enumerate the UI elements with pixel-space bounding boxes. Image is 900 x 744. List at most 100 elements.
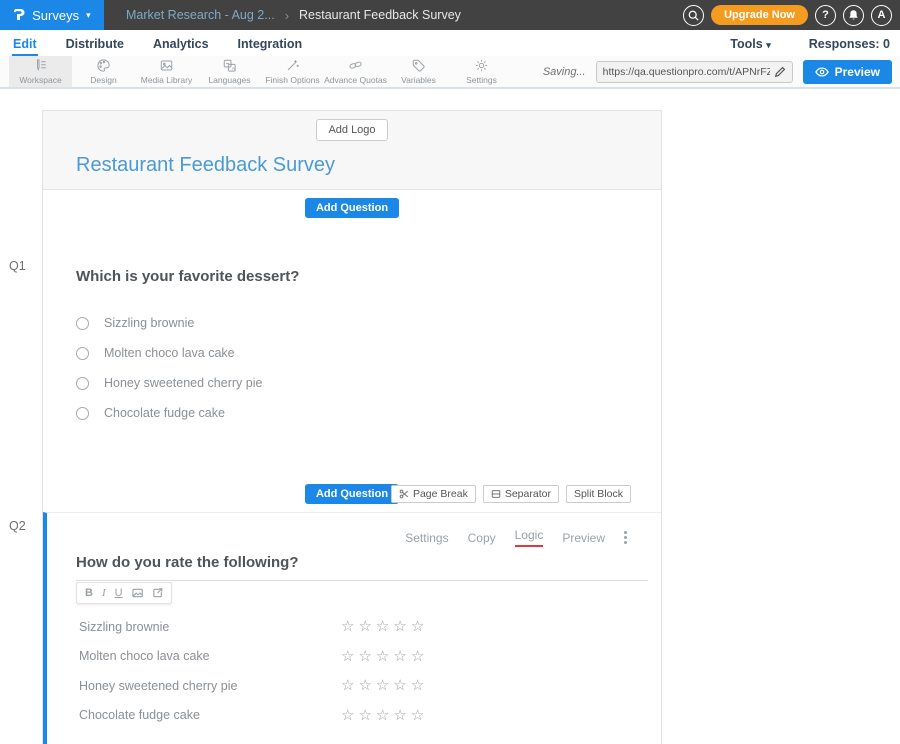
search-button[interactable]: [683, 5, 704, 26]
star-icon[interactable]: ☆: [376, 708, 389, 723]
star-icon[interactable]: ☆: [411, 649, 424, 664]
split-block-button[interactable]: Split Block: [566, 485, 631, 503]
toolbar-item-design[interactable]: Design: [72, 56, 135, 87]
toolbar-item-media-library[interactable]: Media Library: [135, 56, 198, 87]
star-icon[interactable]: ☆: [358, 649, 371, 664]
radio-icon[interactable]: [76, 317, 89, 330]
question-1-text[interactable]: Which is your favorite dessert?: [76, 268, 661, 285]
topbar-actions: Upgrade Now ? A: [683, 5, 892, 26]
subnav-right: Tools ▾ Responses: 0: [730, 37, 890, 56]
star-icon[interactable]: ☆: [341, 708, 354, 723]
separator-button[interactable]: Separator: [483, 485, 559, 503]
star-icon[interactable]: ☆: [393, 649, 406, 664]
star-icon[interactable]: ☆: [376, 619, 389, 634]
italic-button[interactable]: I: [102, 587, 106, 599]
tag-icon: [411, 58, 426, 73]
survey-url-field[interactable]: https://qa.questionpro.com/t/APNrFZgS: [596, 61, 793, 83]
tab-distribute[interactable]: Distribute: [65, 33, 125, 56]
pencil-icon[interactable]: [774, 66, 786, 78]
tools-menu[interactable]: Tools ▾: [730, 37, 770, 51]
toolbar-item-advance-quotas[interactable]: Advance Quotas: [324, 56, 387, 87]
star-icon[interactable]: ☆: [376, 649, 389, 664]
toolbar-item-workspace[interactable]: Workspace: [9, 56, 72, 87]
upgrade-now-button[interactable]: Upgrade Now: [711, 5, 808, 25]
question-copy-link[interactable]: Copy: [468, 531, 496, 545]
question-2-text[interactable]: How do you rate the following?: [76, 554, 299, 571]
question-logic-link[interactable]: Logic: [515, 528, 544, 547]
option-row[interactable]: Sizzling brownie: [76, 308, 661, 338]
toolbar-item-finish-options[interactable]: Finish Options: [261, 56, 324, 87]
option-row[interactable]: Molten choco lava cake: [76, 338, 661, 368]
gear-icon: [474, 58, 489, 73]
star-icon[interactable]: ☆: [411, 708, 424, 723]
questionpro-logo-icon: Ɂ: [13, 6, 25, 24]
survey-tabs: Edit Distribute Analytics Integration: [12, 33, 303, 56]
question-2[interactable]: Settings Copy Logic Preview How do you r…: [43, 512, 661, 744]
toolbar-item-languages[interactable]: A Languages: [198, 56, 261, 87]
toolbar-item-variables[interactable]: Variables: [387, 56, 450, 87]
avatar[interactable]: A: [871, 5, 892, 26]
translate-icon: A: [222, 58, 237, 73]
question-1[interactable]: Which is your favorite dessert? Sizzling…: [43, 226, 661, 476]
toolbar-item-label: Languages: [208, 75, 250, 85]
palette-icon: [96, 58, 111, 73]
eye-icon: [815, 67, 829, 77]
image-icon: [159, 58, 174, 73]
option-row[interactable]: Honey sweetened cherry pie: [76, 368, 661, 398]
add-question-button[interactable]: Add Question: [305, 198, 399, 218]
radio-icon[interactable]: [76, 407, 89, 420]
radio-icon[interactable]: [76, 377, 89, 390]
page-break-button[interactable]: Page Break: [391, 485, 476, 503]
star-icon[interactable]: ☆: [341, 678, 354, 693]
star-icon[interactable]: ☆: [393, 619, 406, 634]
radio-icon[interactable]: [76, 347, 89, 360]
breadcrumb-parent[interactable]: Market Research - Aug 2...: [126, 8, 275, 22]
question-preview-link[interactable]: Preview: [562, 531, 605, 545]
star-icon[interactable]: ☆: [358, 708, 371, 723]
page-break-label: Page Break: [413, 488, 468, 500]
option-row[interactable]: Chocolate fudge cake: [76, 398, 661, 428]
star-icon[interactable]: ☆: [411, 619, 424, 634]
kebab-menu-icon[interactable]: [624, 531, 627, 544]
star-icon[interactable]: ☆: [393, 678, 406, 693]
star-icon[interactable]: ☆: [411, 678, 424, 693]
matrix-row-label: Sizzling brownie: [79, 620, 341, 634]
external-link-icon[interactable]: [152, 587, 163, 599]
insert-image-icon[interactable]: [132, 587, 143, 599]
search-icon: [688, 10, 699, 21]
star-icon[interactable]: ☆: [341, 619, 354, 634]
surveys-menu[interactable]: Ɂ Surveys ▾: [0, 0, 104, 30]
scissors-icon: [399, 489, 409, 499]
breadcrumb-current: Restaurant Feedback Survey: [299, 8, 461, 22]
matrix-row: Chocolate fudge cake ☆☆☆☆☆: [47, 701, 661, 731]
tab-edit[interactable]: Edit: [12, 33, 38, 56]
block-actions: Page Break Separator Split Block: [391, 485, 631, 503]
star-icon[interactable]: ☆: [376, 678, 389, 693]
question-number-q1: Q1: [9, 259, 26, 273]
notifications-button[interactable]: [843, 5, 864, 26]
help-button[interactable]: ?: [815, 5, 836, 26]
survey-title[interactable]: Restaurant Feedback Survey: [76, 154, 661, 177]
tab-analytics[interactable]: Analytics: [152, 33, 210, 56]
star-rating[interactable]: ☆ ☆ ☆ ☆ ☆: [341, 678, 424, 693]
star-rating[interactable]: ☆ ☆ ☆ ☆ ☆: [341, 708, 424, 723]
question-2-title-field[interactable]: How do you rate the following?: [76, 554, 648, 581]
star-rating[interactable]: ☆ ☆ ☆ ☆ ☆: [341, 619, 424, 634]
preview-button[interactable]: Preview: [803, 60, 892, 84]
underline-button[interactable]: U: [115, 587, 123, 599]
star-icon[interactable]: ☆: [358, 678, 371, 693]
bold-button[interactable]: B: [85, 587, 93, 599]
star-icon[interactable]: ☆: [358, 619, 371, 634]
question-2-actions: Settings Copy Logic Preview: [47, 513, 661, 547]
star-icon[interactable]: ☆: [393, 708, 406, 723]
add-question-button[interactable]: Add Question: [305, 484, 399, 504]
star-rating[interactable]: ☆ ☆ ☆ ☆ ☆: [341, 649, 424, 664]
tab-integration[interactable]: Integration: [237, 33, 304, 56]
toolbar-item-settings[interactable]: Settings: [450, 56, 513, 87]
add-logo-button[interactable]: Add Logo: [316, 119, 387, 141]
survey-card: Add Logo Restaurant Feedback Survey Add …: [42, 110, 662, 744]
matrix-row-label: Honey sweetened cherry pie: [79, 679, 341, 693]
question-settings-link[interactable]: Settings: [405, 531, 448, 545]
star-icon[interactable]: ☆: [341, 649, 354, 664]
format-toolbar: B I U: [76, 582, 172, 604]
